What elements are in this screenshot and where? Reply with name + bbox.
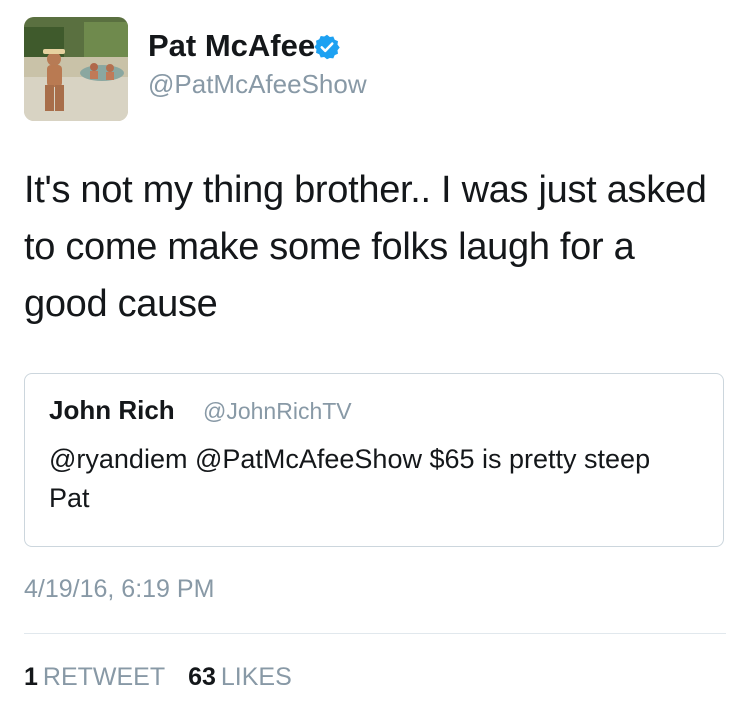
tweet-card: Pat McAfee @PatMcAfeeShow It's not my th… — [0, 0, 750, 712]
quoted-tweet[interactable]: John Rich @JohnRichTV @ryandiem @PatMcAf… — [24, 373, 724, 547]
author-name[interactable]: Pat McAfee — [148, 28, 315, 64]
quoted-author-handle: @JohnRichTV — [203, 398, 352, 424]
likes-label: LIKES — [220, 663, 292, 691]
avatar[interactable] — [24, 17, 128, 121]
retweets-label: RETWEET — [42, 663, 166, 691]
divider — [24, 633, 726, 634]
retweets-count: 1 — [24, 663, 38, 691]
tweet-timestamp[interactable]: 4/19/16, 6:19 PM — [24, 573, 214, 605]
avatar-photo — [24, 17, 128, 121]
tweet-stats: 1 RETWEET 63 LIKES — [24, 661, 292, 693]
retweets-stat[interactable]: 1 RETWEET — [24, 661, 165, 693]
quoted-tweet-text: @ryandiem @PatMcAfeeShow $65 is pretty s… — [49, 444, 651, 513]
verified-badge-icon — [314, 34, 340, 60]
likes-stat[interactable]: 63 LIKES — [188, 661, 292, 693]
quoted-author-name: John Rich — [49, 395, 175, 425]
tweet-text: It's not my thing brother.. I was just a… — [24, 169, 707, 325]
likes-count: 63 — [188, 663, 216, 691]
author-handle[interactable]: @PatMcAfeeShow — [148, 68, 367, 100]
